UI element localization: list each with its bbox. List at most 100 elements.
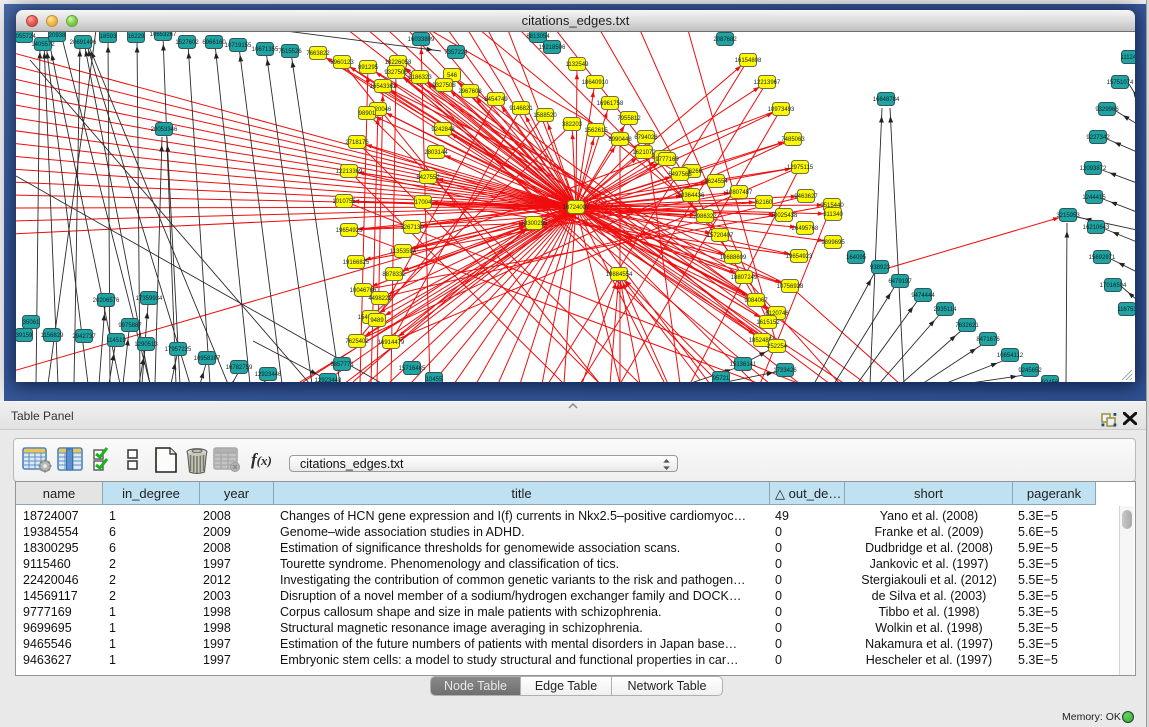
svg-text:10719155: 10719155 <box>225 43 252 49</box>
svg-text:1290513: 1290513 <box>134 342 158 348</box>
svg-text:2942737: 2942737 <box>72 334 96 340</box>
svg-text:19166825: 19166825 <box>343 260 370 266</box>
svg-text:9329966: 9329966 <box>1095 107 1119 113</box>
svg-text:20938: 20938 <box>49 33 66 39</box>
svg-text:8471676: 8471676 <box>976 337 1000 343</box>
svg-text:1527602: 1527602 <box>175 40 199 46</box>
svg-text:16210643: 16210643 <box>1083 225 1110 231</box>
svg-text:18807249: 18807249 <box>731 275 758 281</box>
svg-text:15716485: 15716485 <box>399 366 426 372</box>
svg-text:12923448: 12923448 <box>315 378 342 382</box>
svg-text:8990448: 8990448 <box>608 137 632 143</box>
svg-text:1244415: 1244415 <box>1082 195 1106 201</box>
svg-text:19654923: 19654923 <box>786 254 813 260</box>
svg-text:20364436: 20364436 <box>678 193 705 199</box>
svg-text:17004: 17004 <box>415 200 432 206</box>
svg-text:7357224: 7357224 <box>444 50 468 56</box>
svg-text:26495768: 26495768 <box>792 226 819 232</box>
svg-text:17016504: 17016504 <box>1100 283 1127 289</box>
svg-text:15751074: 15751074 <box>1107 80 1134 86</box>
svg-text:17957225: 17957225 <box>165 347 192 353</box>
svg-text:18300295: 18300295 <box>521 221 548 227</box>
svg-text:10671355: 10671355 <box>252 47 279 53</box>
svg-text:9463627: 9463627 <box>794 194 818 200</box>
svg-text:9777169: 9777169 <box>655 157 679 163</box>
svg-text:10973493: 10973493 <box>768 107 795 113</box>
svg-text:10756928: 10756928 <box>777 284 804 290</box>
svg-text:16033809: 16033809 <box>408 37 435 43</box>
svg-text:111248: 111248 <box>1120 55 1135 61</box>
svg-text:1132549: 1132549 <box>566 62 590 68</box>
svg-text:12923446: 12923446 <box>255 372 282 378</box>
svg-text:15720407: 15720407 <box>707 233 734 239</box>
svg-text:9327508: 9327508 <box>432 83 456 89</box>
svg-text:7955812: 7955812 <box>617 116 641 122</box>
svg-text:10958107: 10958107 <box>194 356 221 362</box>
svg-text:1405572: 1405572 <box>31 42 55 48</box>
svg-text:12093872: 12093872 <box>1080 166 1107 172</box>
svg-text:12213369: 12213369 <box>336 169 363 175</box>
svg-text:16543362: 16543362 <box>370 84 397 90</box>
svg-text:1733426: 1733426 <box>773 368 797 374</box>
svg-text:9474444: 9474444 <box>911 293 935 299</box>
svg-text:16782759: 16782759 <box>226 365 253 371</box>
svg-text:7632621: 7632621 <box>955 323 979 329</box>
svg-text:3624554: 3624554 <box>704 179 728 185</box>
svg-text:2087682: 2087682 <box>713 37 737 43</box>
svg-text:9899695: 9899695 <box>821 240 845 246</box>
svg-text:9242848: 9242848 <box>431 127 455 133</box>
svg-text:16648784: 16648784 <box>873 97 900 103</box>
svg-text:18640910: 18640910 <box>582 80 609 86</box>
svg-text:7663822: 7663822 <box>306 51 330 57</box>
svg-text:1621072: 1621072 <box>632 150 656 156</box>
svg-text:1010755: 1010755 <box>332 199 356 205</box>
svg-text:20053346: 20053346 <box>151 127 178 133</box>
svg-text:1156829: 1156829 <box>41 333 65 339</box>
svg-text:10654112: 10654112 <box>997 353 1024 359</box>
svg-text:1615152: 1615152 <box>756 320 780 326</box>
svg-text:114519: 114519 <box>106 338 126 344</box>
svg-text:4498222: 4498222 <box>368 296 392 302</box>
svg-text:2967608: 2967608 <box>458 89 482 95</box>
svg-text:19218506: 19218506 <box>539 45 566 51</box>
svg-text:16914479: 16914479 <box>378 340 405 346</box>
svg-text:3215953: 3215953 <box>1056 213 1080 219</box>
svg-text:15692971: 15692971 <box>1089 255 1116 261</box>
svg-text:18593: 18593 <box>100 34 117 40</box>
svg-text:20206576: 20206576 <box>93 298 120 304</box>
svg-text:7485063: 7485063 <box>781 137 805 143</box>
svg-text:7515526: 7515526 <box>278 49 302 55</box>
svg-text:35061: 35061 <box>23 320 40 326</box>
svg-text:10455: 10455 <box>426 377 443 382</box>
svg-text:15136141: 15136141 <box>730 362 757 368</box>
svg-text:6497568: 6497568 <box>668 172 692 178</box>
svg-text:9975887: 9975887 <box>118 323 142 329</box>
svg-text:891295: 891295 <box>358 65 379 71</box>
svg-text:7986322: 7986322 <box>693 214 717 220</box>
svg-text:10653267: 10653267 <box>150 32 177 38</box>
svg-text:10807487: 10807487 <box>726 190 753 196</box>
svg-text:8960123: 8960123 <box>330 60 354 66</box>
svg-text:9327506: 9327506 <box>384 70 408 76</box>
svg-text:95721: 95721 <box>713 376 730 382</box>
svg-text:2055724: 2055724 <box>16 34 36 40</box>
svg-text:2718176: 2718176 <box>345 140 369 146</box>
svg-text:19884554: 19884554 <box>606 272 633 278</box>
svg-text:6794028: 6794028 <box>634 135 658 141</box>
svg-text:18724007: 18724007 <box>563 205 590 211</box>
svg-text:12213967: 12213967 <box>754 80 781 86</box>
svg-text:39159: 39159 <box>16 333 33 339</box>
svg-text:9146821: 9146821 <box>509 106 533 112</box>
svg-text:2803144: 2803144 <box>424 150 448 156</box>
svg-text:8186323: 8186323 <box>408 75 432 81</box>
svg-text:9489: 9489 <box>370 318 384 324</box>
svg-text:1588520: 1588520 <box>533 113 557 119</box>
svg-text:6966160: 6966160 <box>202 40 226 46</box>
svg-text:3267130: 3267130 <box>400 225 424 231</box>
svg-text:98901: 98901 <box>359 111 376 117</box>
svg-text:7625402: 7625402 <box>345 339 369 345</box>
svg-text:11353594: 11353594 <box>390 249 417 255</box>
svg-text:16961758: 16961758 <box>597 101 624 107</box>
svg-text:16154808: 16154808 <box>735 58 762 64</box>
svg-text:8878332: 8878332 <box>382 272 406 278</box>
